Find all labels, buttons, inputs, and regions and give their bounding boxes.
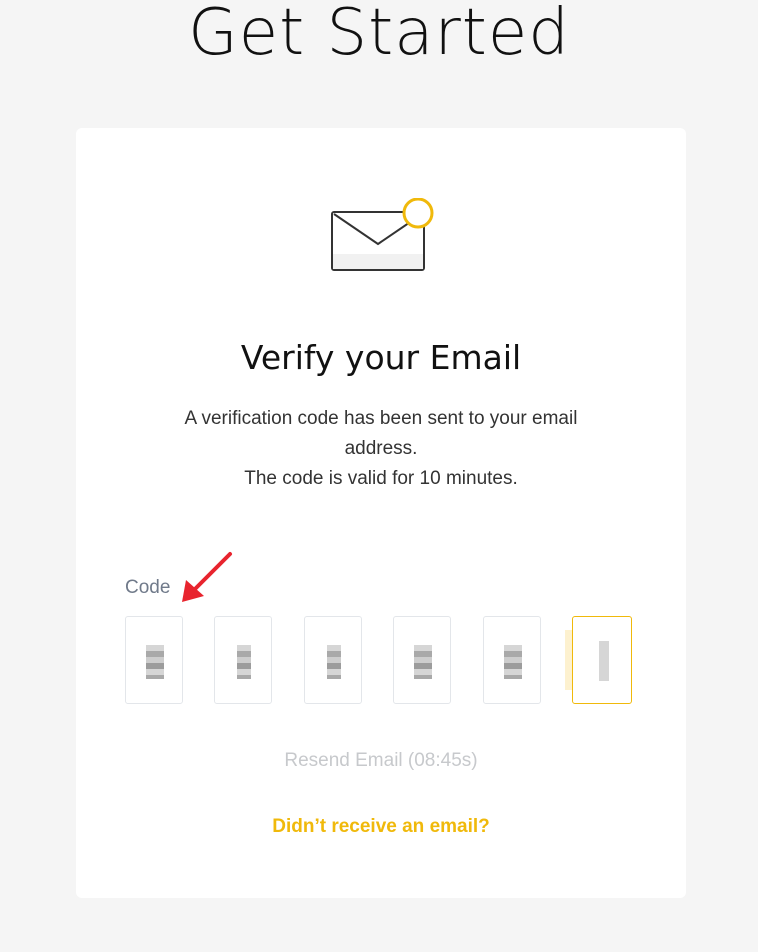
page-title: Get Started (188, 0, 570, 70)
code-digit-2[interactable] (214, 616, 272, 704)
code-digit-4[interactable] (393, 616, 451, 704)
code-digit-6[interactable] (572, 616, 632, 704)
resend-email-button[interactable]: Resend Email (08:45s) (76, 750, 686, 772)
code-input-group (125, 616, 635, 706)
didnt-receive-email-link[interactable]: Didn’t receive an email? (76, 816, 686, 838)
code-label: Code (125, 577, 171, 598)
arrow-icon (182, 552, 232, 602)
description-line-1: A verification code has been sent to you… (184, 408, 578, 459)
verify-email-heading: Verify your Email (240, 338, 522, 377)
description-line-2: The code is valid for 10 minutes. (244, 468, 518, 489)
envelope-icon (331, 198, 434, 271)
code-digit-3[interactable] (304, 616, 362, 704)
verify-email-card: Verify your Email A verification code ha… (76, 128, 686, 898)
code-digit-1[interactable] (125, 616, 183, 704)
verification-description: A verification code has been sent to you… (146, 404, 616, 494)
code-digit-5[interactable] (483, 616, 541, 704)
